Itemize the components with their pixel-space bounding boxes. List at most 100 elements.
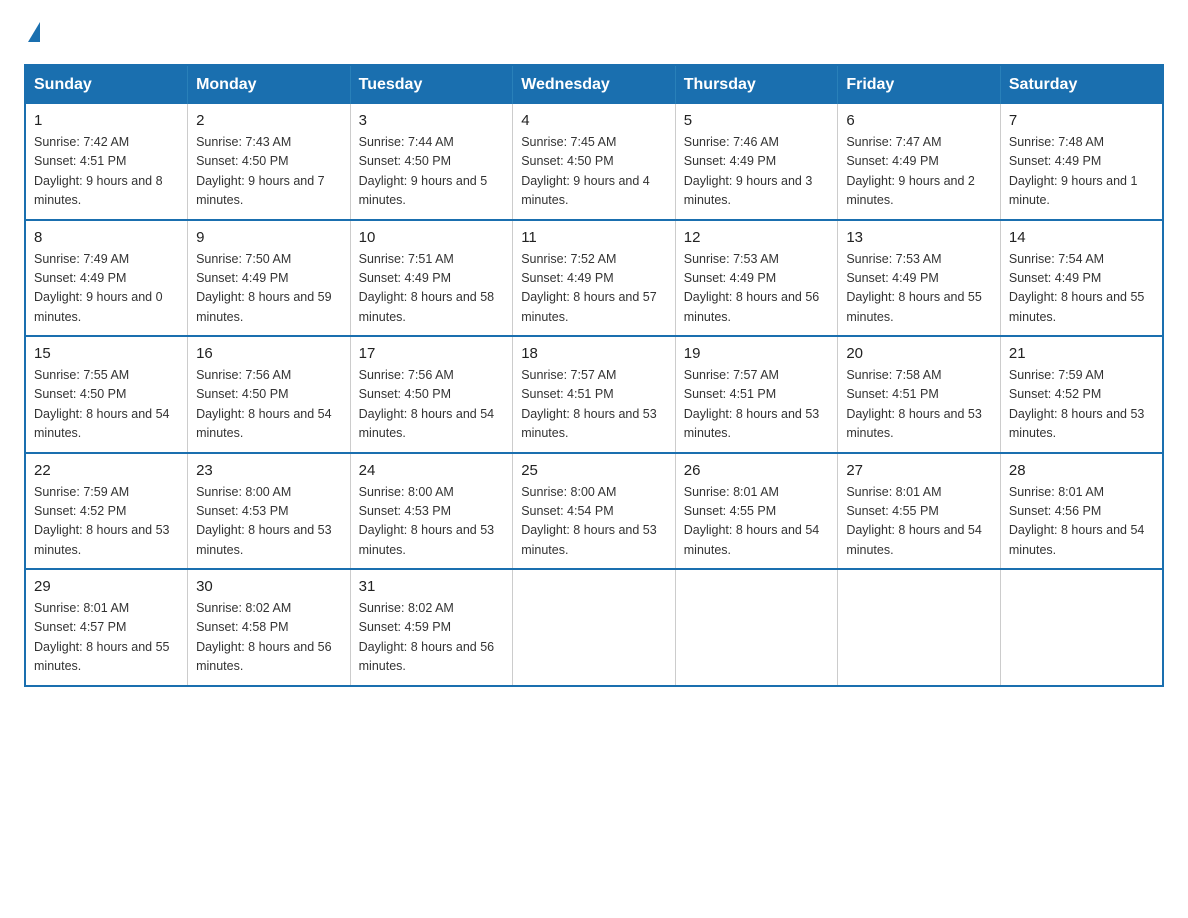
calendar-header-saturday: Saturday — [1000, 65, 1163, 104]
calendar-cell: 13 Sunrise: 7:53 AMSunset: 4:49 PMDaylig… — [838, 220, 1001, 337]
calendar-cell: 27 Sunrise: 8:01 AMSunset: 4:55 PMDaylig… — [838, 453, 1001, 570]
calendar-header-wednesday: Wednesday — [513, 65, 676, 104]
day-info: Sunrise: 7:58 AMSunset: 4:51 PMDaylight:… — [846, 368, 982, 440]
calendar-cell — [1000, 569, 1163, 686]
day-info: Sunrise: 7:59 AMSunset: 4:52 PMDaylight:… — [1009, 368, 1145, 440]
logo — [24, 24, 40, 44]
day-info: Sunrise: 7:49 AMSunset: 4:49 PMDaylight:… — [34, 252, 163, 324]
calendar-cell: 26 Sunrise: 8:01 AMSunset: 4:55 PMDaylig… — [675, 453, 838, 570]
day-info: Sunrise: 7:54 AMSunset: 4:49 PMDaylight:… — [1009, 252, 1145, 324]
day-info: Sunrise: 7:59 AMSunset: 4:52 PMDaylight:… — [34, 485, 170, 557]
day-number: 18 — [521, 345, 667, 362]
day-number: 14 — [1009, 229, 1154, 246]
calendar-header-tuesday: Tuesday — [350, 65, 513, 104]
calendar-cell: 5 Sunrise: 7:46 AMSunset: 4:49 PMDayligh… — [675, 104, 838, 220]
day-number: 1 — [34, 112, 179, 129]
calendar-cell: 6 Sunrise: 7:47 AMSunset: 4:49 PMDayligh… — [838, 104, 1001, 220]
day-info: Sunrise: 8:00 AMSunset: 4:54 PMDaylight:… — [521, 485, 657, 557]
calendar-cell: 31 Sunrise: 8:02 AMSunset: 4:59 PMDaylig… — [350, 569, 513, 686]
day-number: 11 — [521, 229, 667, 246]
day-info: Sunrise: 8:01 AMSunset: 4:55 PMDaylight:… — [846, 485, 982, 557]
day-number: 2 — [196, 112, 342, 129]
day-info: Sunrise: 7:53 AMSunset: 4:49 PMDaylight:… — [846, 252, 982, 324]
day-number: 7 — [1009, 112, 1154, 129]
day-info: Sunrise: 7:48 AMSunset: 4:49 PMDaylight:… — [1009, 135, 1138, 207]
day-number: 15 — [34, 345, 179, 362]
calendar-cell: 8 Sunrise: 7:49 AMSunset: 4:49 PMDayligh… — [25, 220, 188, 337]
day-number: 21 — [1009, 345, 1154, 362]
day-number: 10 — [359, 229, 505, 246]
calendar-cell: 7 Sunrise: 7:48 AMSunset: 4:49 PMDayligh… — [1000, 104, 1163, 220]
day-number: 13 — [846, 229, 992, 246]
calendar-cell: 30 Sunrise: 8:02 AMSunset: 4:58 PMDaylig… — [188, 569, 351, 686]
calendar-header-thursday: Thursday — [675, 65, 838, 104]
day-info: Sunrise: 8:02 AMSunset: 4:59 PMDaylight:… — [359, 601, 495, 673]
day-number: 22 — [34, 462, 179, 479]
day-info: Sunrise: 7:46 AMSunset: 4:49 PMDaylight:… — [684, 135, 813, 207]
day-number: 8 — [34, 229, 179, 246]
calendar-cell: 16 Sunrise: 7:56 AMSunset: 4:50 PMDaylig… — [188, 336, 351, 453]
calendar-week-row: 22 Sunrise: 7:59 AMSunset: 4:52 PMDaylig… — [25, 453, 1163, 570]
calendar-cell: 14 Sunrise: 7:54 AMSunset: 4:49 PMDaylig… — [1000, 220, 1163, 337]
day-info: Sunrise: 7:42 AMSunset: 4:51 PMDaylight:… — [34, 135, 163, 207]
day-number: 9 — [196, 229, 342, 246]
day-info: Sunrise: 7:45 AMSunset: 4:50 PMDaylight:… — [521, 135, 650, 207]
day-info: Sunrise: 7:52 AMSunset: 4:49 PMDaylight:… — [521, 252, 657, 324]
day-info: Sunrise: 7:56 AMSunset: 4:50 PMDaylight:… — [359, 368, 495, 440]
day-info: Sunrise: 7:47 AMSunset: 4:49 PMDaylight:… — [846, 135, 975, 207]
day-info: Sunrise: 7:57 AMSunset: 4:51 PMDaylight:… — [684, 368, 820, 440]
day-number: 29 — [34, 578, 179, 595]
day-number: 19 — [684, 345, 830, 362]
day-info: Sunrise: 8:01 AMSunset: 4:57 PMDaylight:… — [34, 601, 170, 673]
calendar-cell: 15 Sunrise: 7:55 AMSunset: 4:50 PMDaylig… — [25, 336, 188, 453]
day-number: 25 — [521, 462, 667, 479]
calendar-cell: 17 Sunrise: 7:56 AMSunset: 4:50 PMDaylig… — [350, 336, 513, 453]
calendar-cell: 12 Sunrise: 7:53 AMSunset: 4:49 PMDaylig… — [675, 220, 838, 337]
calendar-cell: 22 Sunrise: 7:59 AMSunset: 4:52 PMDaylig… — [25, 453, 188, 570]
day-info: Sunrise: 7:51 AMSunset: 4:49 PMDaylight:… — [359, 252, 495, 324]
day-info: Sunrise: 8:00 AMSunset: 4:53 PMDaylight:… — [196, 485, 332, 557]
calendar-cell — [513, 569, 676, 686]
day-info: Sunrise: 8:02 AMSunset: 4:58 PMDaylight:… — [196, 601, 332, 673]
day-info: Sunrise: 7:50 AMSunset: 4:49 PMDaylight:… — [196, 252, 332, 324]
day-number: 31 — [359, 578, 505, 595]
day-number: 17 — [359, 345, 505, 362]
page-header — [24, 24, 1164, 44]
calendar-week-row: 15 Sunrise: 7:55 AMSunset: 4:50 PMDaylig… — [25, 336, 1163, 453]
day-number: 12 — [684, 229, 830, 246]
day-number: 4 — [521, 112, 667, 129]
calendar-cell: 18 Sunrise: 7:57 AMSunset: 4:51 PMDaylig… — [513, 336, 676, 453]
day-info: Sunrise: 7:56 AMSunset: 4:50 PMDaylight:… — [196, 368, 332, 440]
day-info: Sunrise: 8:01 AMSunset: 4:55 PMDaylight:… — [684, 485, 820, 557]
calendar-cell: 25 Sunrise: 8:00 AMSunset: 4:54 PMDaylig… — [513, 453, 676, 570]
day-number: 6 — [846, 112, 992, 129]
calendar-cell: 23 Sunrise: 8:00 AMSunset: 4:53 PMDaylig… — [188, 453, 351, 570]
day-number: 28 — [1009, 462, 1154, 479]
calendar-cell: 4 Sunrise: 7:45 AMSunset: 4:50 PMDayligh… — [513, 104, 676, 220]
day-number: 27 — [846, 462, 992, 479]
day-info: Sunrise: 7:57 AMSunset: 4:51 PMDaylight:… — [521, 368, 657, 440]
calendar-header-sunday: Sunday — [25, 65, 188, 104]
calendar-header-monday: Monday — [188, 65, 351, 104]
day-number: 26 — [684, 462, 830, 479]
day-number: 5 — [684, 112, 830, 129]
day-info: Sunrise: 7:44 AMSunset: 4:50 PMDaylight:… — [359, 135, 488, 207]
calendar-cell: 19 Sunrise: 7:57 AMSunset: 4:51 PMDaylig… — [675, 336, 838, 453]
calendar-header-friday: Friday — [838, 65, 1001, 104]
calendar-cell: 10 Sunrise: 7:51 AMSunset: 4:49 PMDaylig… — [350, 220, 513, 337]
calendar-cell: 29 Sunrise: 8:01 AMSunset: 4:57 PMDaylig… — [25, 569, 188, 686]
calendar-cell: 1 Sunrise: 7:42 AMSunset: 4:51 PMDayligh… — [25, 104, 188, 220]
calendar-cell — [675, 569, 838, 686]
calendar-cell: 28 Sunrise: 8:01 AMSunset: 4:56 PMDaylig… — [1000, 453, 1163, 570]
calendar-cell: 3 Sunrise: 7:44 AMSunset: 4:50 PMDayligh… — [350, 104, 513, 220]
calendar-cell: 24 Sunrise: 8:00 AMSunset: 4:53 PMDaylig… — [350, 453, 513, 570]
calendar-week-row: 8 Sunrise: 7:49 AMSunset: 4:49 PMDayligh… — [25, 220, 1163, 337]
day-number: 20 — [846, 345, 992, 362]
day-info: Sunrise: 7:53 AMSunset: 4:49 PMDaylight:… — [684, 252, 820, 324]
day-info: Sunrise: 7:43 AMSunset: 4:50 PMDaylight:… — [196, 135, 325, 207]
calendar-cell: 9 Sunrise: 7:50 AMSunset: 4:49 PMDayligh… — [188, 220, 351, 337]
day-number: 30 — [196, 578, 342, 595]
day-number: 24 — [359, 462, 505, 479]
day-info: Sunrise: 8:01 AMSunset: 4:56 PMDaylight:… — [1009, 485, 1145, 557]
calendar-cell: 21 Sunrise: 7:59 AMSunset: 4:52 PMDaylig… — [1000, 336, 1163, 453]
